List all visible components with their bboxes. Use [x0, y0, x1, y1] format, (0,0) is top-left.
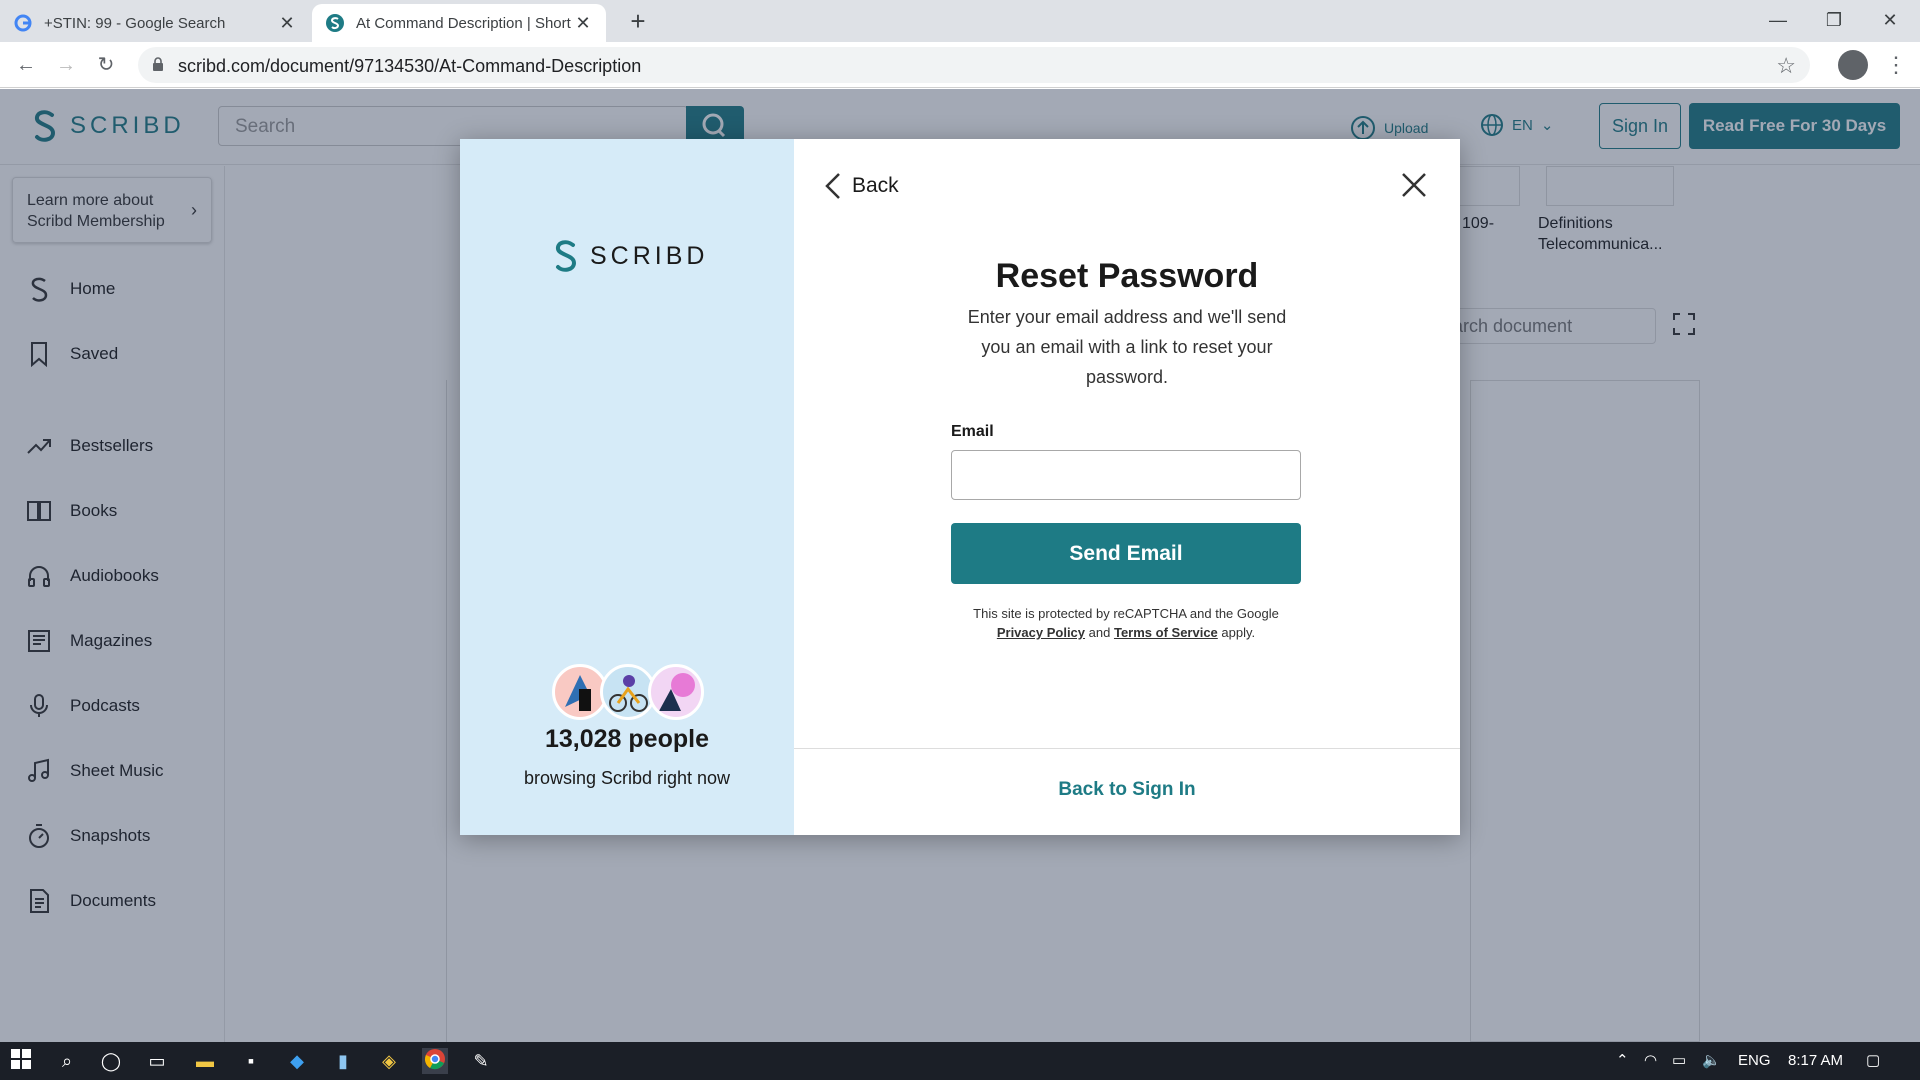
- modal-description: Enter your email address and we'll send …: [967, 307, 1287, 387]
- tab-title: At Command Description | Short: [356, 14, 571, 32]
- window-close-icon[interactable]: ✕: [1862, 0, 1918, 42]
- battery-icon[interactable]: ▭: [1672, 1042, 1686, 1080]
- new-tab-button[interactable]: +: [622, 6, 654, 38]
- notification-icon[interactable]: ▢: [1866, 1042, 1880, 1080]
- avatar: [648, 664, 704, 720]
- vscode-icon[interactable]: ◆: [284, 1048, 310, 1074]
- back-label: Back: [852, 174, 899, 197]
- clock[interactable]: 8:17 AM: [1788, 1042, 1843, 1080]
- privacy-policy-link[interactable]: Privacy Policy: [997, 625, 1085, 640]
- close-icon[interactable]: ✕: [278, 13, 296, 34]
- file-explorer-icon[interactable]: ▬: [192, 1048, 218, 1074]
- screen: { "browser": { "tabs": [ {"title": "+STI…: [0, 0, 1920, 1080]
- modal-title: Reset Password: [995, 257, 1259, 295]
- browser-toolbar: ← → ↻ scribd.com/document/97134530/At-Co…: [0, 42, 1920, 88]
- volume-icon[interactable]: 🔈: [1702, 1042, 1721, 1080]
- account-avatar-icon[interactable]: [1838, 50, 1868, 80]
- brand-name: SCRIBD: [590, 241, 709, 270]
- close-icon[interactable]: ✕: [574, 13, 592, 34]
- reset-password-modal: SCRIBD 13,028 people browsing Scribd rig…: [460, 139, 1460, 835]
- browser-tab-strip: +STIN: 99 - Google Search ✕ At Command D…: [0, 0, 1920, 42]
- send-email-button[interactable]: Send Email: [951, 523, 1301, 584]
- app-icon[interactable]: ✎: [468, 1048, 494, 1074]
- language-indicator[interactable]: ENG: [1738, 1042, 1771, 1080]
- scribd-logo: SCRIBD: [552, 239, 708, 273]
- forward-arrow-icon[interactable]: →: [52, 51, 80, 79]
- address-bar[interactable]: scribd.com/document/97134530/At-Command-…: [138, 47, 1810, 83]
- menu-kebab-icon[interactable]: ⋮: [1885, 50, 1907, 80]
- recaptcha-text: This site is protected by reCAPTCHA and …: [973, 606, 1279, 621]
- wifi-icon[interactable]: ◠: [1644, 1042, 1657, 1080]
- browser-tab-scribd[interactable]: At Command Description | Short ✕: [312, 4, 606, 42]
- and-text: and: [1088, 625, 1111, 640]
- modal-side-panel: SCRIBD 13,028 people browsing Scribd rig…: [460, 139, 794, 835]
- back-button[interactable]: Back: [824, 171, 899, 201]
- python-icon[interactable]: ◈: [376, 1048, 402, 1074]
- reader-avatars: [552, 664, 704, 720]
- chrome-icon[interactable]: [422, 1048, 448, 1074]
- windows-taskbar: ⌕ ◯ ▭ ▬ ▪ ◆ ▮ ◈ ✎ ⌃ ◠ ▭ 🔈 ENG 8:17 AM ▢: [0, 1042, 1920, 1080]
- scribd-logo-icon: [555, 240, 577, 272]
- task-view-icon[interactable]: ▭: [144, 1048, 170, 1074]
- reload-icon[interactable]: ↻: [92, 51, 120, 79]
- tab-title: +STIN: 99 - Google Search: [44, 14, 226, 32]
- google-icon: [14, 14, 32, 32]
- terminal-icon[interactable]: ▪: [238, 1048, 264, 1074]
- cortana-icon[interactable]: ◯: [98, 1048, 124, 1074]
- back-to-sign-in-link[interactable]: Back to Sign In: [794, 779, 1460, 801]
- lock-icon: [153, 57, 163, 71]
- minimize-icon[interactable]: —: [1750, 0, 1806, 42]
- chevron-left-icon: [825, 173, 840, 199]
- windows-start-icon[interactable]: [8, 1048, 34, 1074]
- apply-text: apply.: [1221, 625, 1256, 640]
- restore-icon[interactable]: ❐: [1806, 0, 1862, 42]
- bookmark-star-icon[interactable]: ☆: [1776, 53, 1796, 79]
- people-subtitle: browsing Scribd right now: [523, 768, 731, 788]
- app-icon[interactable]: ▮: [330, 1048, 356, 1074]
- browser-tab-google[interactable]: +STIN: 99 - Google Search ✕: [0, 4, 310, 42]
- search-icon[interactable]: ⌕: [54, 1048, 80, 1074]
- recaptcha-notice: This site is protected by reCAPTCHA and …: [951, 604, 1301, 642]
- back-arrow-icon[interactable]: ←: [12, 51, 40, 79]
- modal-divider: [794, 748, 1460, 749]
- people-count: 13,028 people: [545, 725, 709, 753]
- email-field[interactable]: [951, 450, 1301, 500]
- terms-of-service-link[interactable]: Terms of Service: [1114, 625, 1218, 640]
- url-text: scribd.com/document/97134530/At-Command-…: [178, 56, 642, 76]
- scribd-icon: [326, 14, 344, 32]
- close-icon[interactable]: [1400, 171, 1428, 199]
- chevron-up-icon[interactable]: ⌃: [1616, 1042, 1629, 1080]
- email-label: Email: [951, 423, 994, 440]
